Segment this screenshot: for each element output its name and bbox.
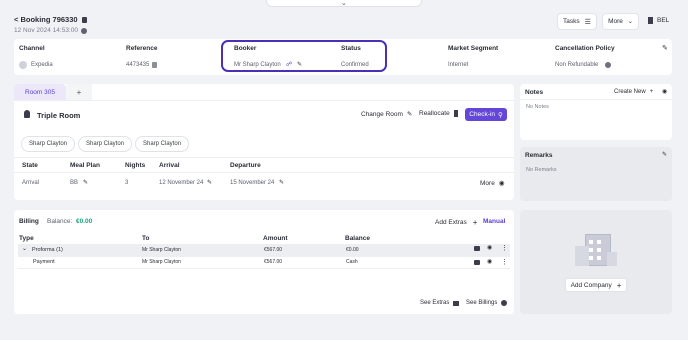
col-departure: Departure — [230, 162, 261, 169]
chevron-down-icon[interactable]: ⌄ — [22, 245, 27, 252]
edit-pencil-icon[interactable]: ✎ — [279, 179, 284, 186]
door-icon — [453, 110, 458, 117]
add-room-tab[interactable]: + — [66, 84, 92, 100]
row-amount: €567.00 — [264, 247, 283, 253]
balance-value: €0.00 — [76, 218, 93, 225]
add-company-button[interactable]: Add Company + — [565, 278, 627, 292]
cancellation-policy-value: Non Refundable — [555, 62, 599, 68]
eye-icon[interactable]: ◉ — [487, 258, 492, 265]
print-icon[interactable] — [474, 260, 480, 265]
manual-button[interactable]: Manual — [483, 218, 505, 225]
edit-pencil-icon[interactable]: ✎ — [662, 44, 668, 52]
tab-room-305[interactable]: Room 305 — [14, 84, 66, 100]
row-type: Payment — [33, 259, 55, 265]
kebab-menu-icon[interactable]: ⋮ — [501, 258, 508, 266]
row-type: Proforma (1) — [32, 247, 63, 253]
tasks-button[interactable]: Tasks ☰ — [557, 13, 597, 30]
eye-icon[interactable]: ◉ — [487, 244, 492, 251]
eye-icon[interactable]: ◉ — [662, 88, 667, 95]
col-state: State — [22, 162, 38, 169]
billing-title: Billing — [19, 218, 39, 225]
plus-icon: + — [616, 280, 622, 290]
booking-back-link[interactable]: < Booking 796330 — [14, 15, 87, 24]
create-note-button[interactable]: Create New + — [614, 89, 653, 95]
billing-card: Billing Balance: €0.00 Add Extras + Manua… — [14, 210, 514, 314]
col-market-segment: Market Segment — [448, 45, 499, 52]
col-amount: Amount — [263, 235, 288, 242]
departure-value: 15 November 24 — [230, 180, 275, 186]
col-type: Type — [19, 235, 34, 242]
reference-value: 4473435 — [126, 62, 150, 68]
booking-datetime: 12 Nov 2024 14:53:00 — [14, 27, 87, 34]
notes-empty: No Notes — [526, 104, 549, 110]
expedia-logo-icon — [19, 61, 27, 69]
guest-pill[interactable]: Sharp Clayton — [135, 136, 189, 152]
more-button[interactable]: More ⌄ — [602, 13, 639, 30]
company-building-illustration — [575, 230, 619, 268]
key-icon: ⚲ — [497, 111, 503, 119]
change-room-button[interactable]: Change Room ✎ — [361, 110, 413, 119]
col-nights: Nights — [125, 162, 146, 169]
copy-icon[interactable] — [81, 16, 87, 23]
add-extras-button[interactable]: Add Extras + — [435, 218, 477, 227]
arrival-value: 12 November 24 — [159, 180, 204, 186]
state-value: Arrival — [22, 180, 40, 186]
more-stay-button[interactable]: More ◉ — [480, 179, 505, 188]
notes-title: Notes — [525, 89, 544, 96]
remarks-card: Remarks ✎ No Remarks — [520, 147, 672, 201]
row-balance: Cash — [346, 259, 358, 265]
meal-plan-value: BB — [70, 180, 79, 186]
plus-icon: + — [649, 89, 654, 95]
building-icon — [648, 17, 653, 24]
row-to: Mr Sharp Clayton — [142, 259, 181, 265]
row-balance: €0.00 — [346, 247, 359, 253]
company-card: Add Company + — [520, 210, 672, 314]
col-balance: Balance — [345, 235, 370, 242]
room-card: Room 305 + Triple Room Change Room ✎ Real… — [14, 84, 514, 200]
remarks-title: Remarks — [525, 152, 553, 159]
guest-pill[interactable]: Sharp Clayton — [21, 136, 75, 152]
remarks-empty: No Remarks — [526, 167, 557, 173]
see-billings-button[interactable]: See Billings — [466, 300, 508, 306]
nights-value: 3 — [125, 180, 129, 186]
kebab-menu-icon[interactable]: ⋮ — [501, 244, 508, 252]
notes-card: Notes Create New + ◉ No Notes — [520, 84, 672, 140]
clock-icon — [80, 27, 87, 34]
row-to: Mr Sharp Clayton — [142, 247, 181, 253]
plus-icon: + — [472, 218, 478, 227]
info-icon — [501, 300, 508, 306]
row-amount: €567.00 — [264, 259, 283, 265]
check-in-button[interactable]: Check-in ⚲ — [465, 108, 507, 121]
info-icon[interactable] — [605, 62, 611, 68]
eye-icon: ◉ — [498, 180, 505, 187]
market-segment-value: Internet — [448, 62, 469, 68]
channel-value: Expedia — [31, 62, 53, 68]
chevron-down-icon: ⌄ — [627, 19, 633, 25]
col-cancellation-policy: Cancellation Policy — [555, 45, 615, 52]
chevron-down-icon: ⌄ — [341, 0, 347, 7]
print-icon[interactable] — [474, 246, 480, 251]
edit-pencil-icon[interactable]: ✎ — [662, 151, 667, 158]
col-reference: Reference — [126, 45, 158, 52]
edit-pencil-icon[interactable]: ✎ — [83, 179, 88, 186]
balance-label: Balance: — [47, 218, 73, 225]
room-type-icon — [24, 110, 30, 118]
copy-icon[interactable] — [152, 62, 157, 68]
col-arrival: Arrival — [159, 162, 180, 169]
col-meal-plan: Meal Plan — [70, 162, 100, 169]
col-to: To — [142, 235, 150, 242]
reallocate-button[interactable]: Reallocate — [419, 110, 458, 117]
cart-icon — [453, 300, 460, 306]
see-extras-button[interactable]: See Extras — [420, 300, 460, 306]
guest-pill[interactable]: Sharp Clayton — [78, 136, 132, 152]
booker-status-highlight — [221, 40, 387, 72]
property-selector[interactable]: BEL — [648, 17, 669, 24]
col-channel: Channel — [19, 45, 45, 52]
collapse-tab[interactable]: ⌄ — [266, 0, 422, 7]
edit-pencil-icon: ✎ — [406, 111, 413, 118]
room-type: Triple Room — [37, 111, 81, 120]
edit-pencil-icon[interactable]: ✎ — [207, 179, 212, 186]
list-icon: ☰ — [584, 18, 591, 26]
